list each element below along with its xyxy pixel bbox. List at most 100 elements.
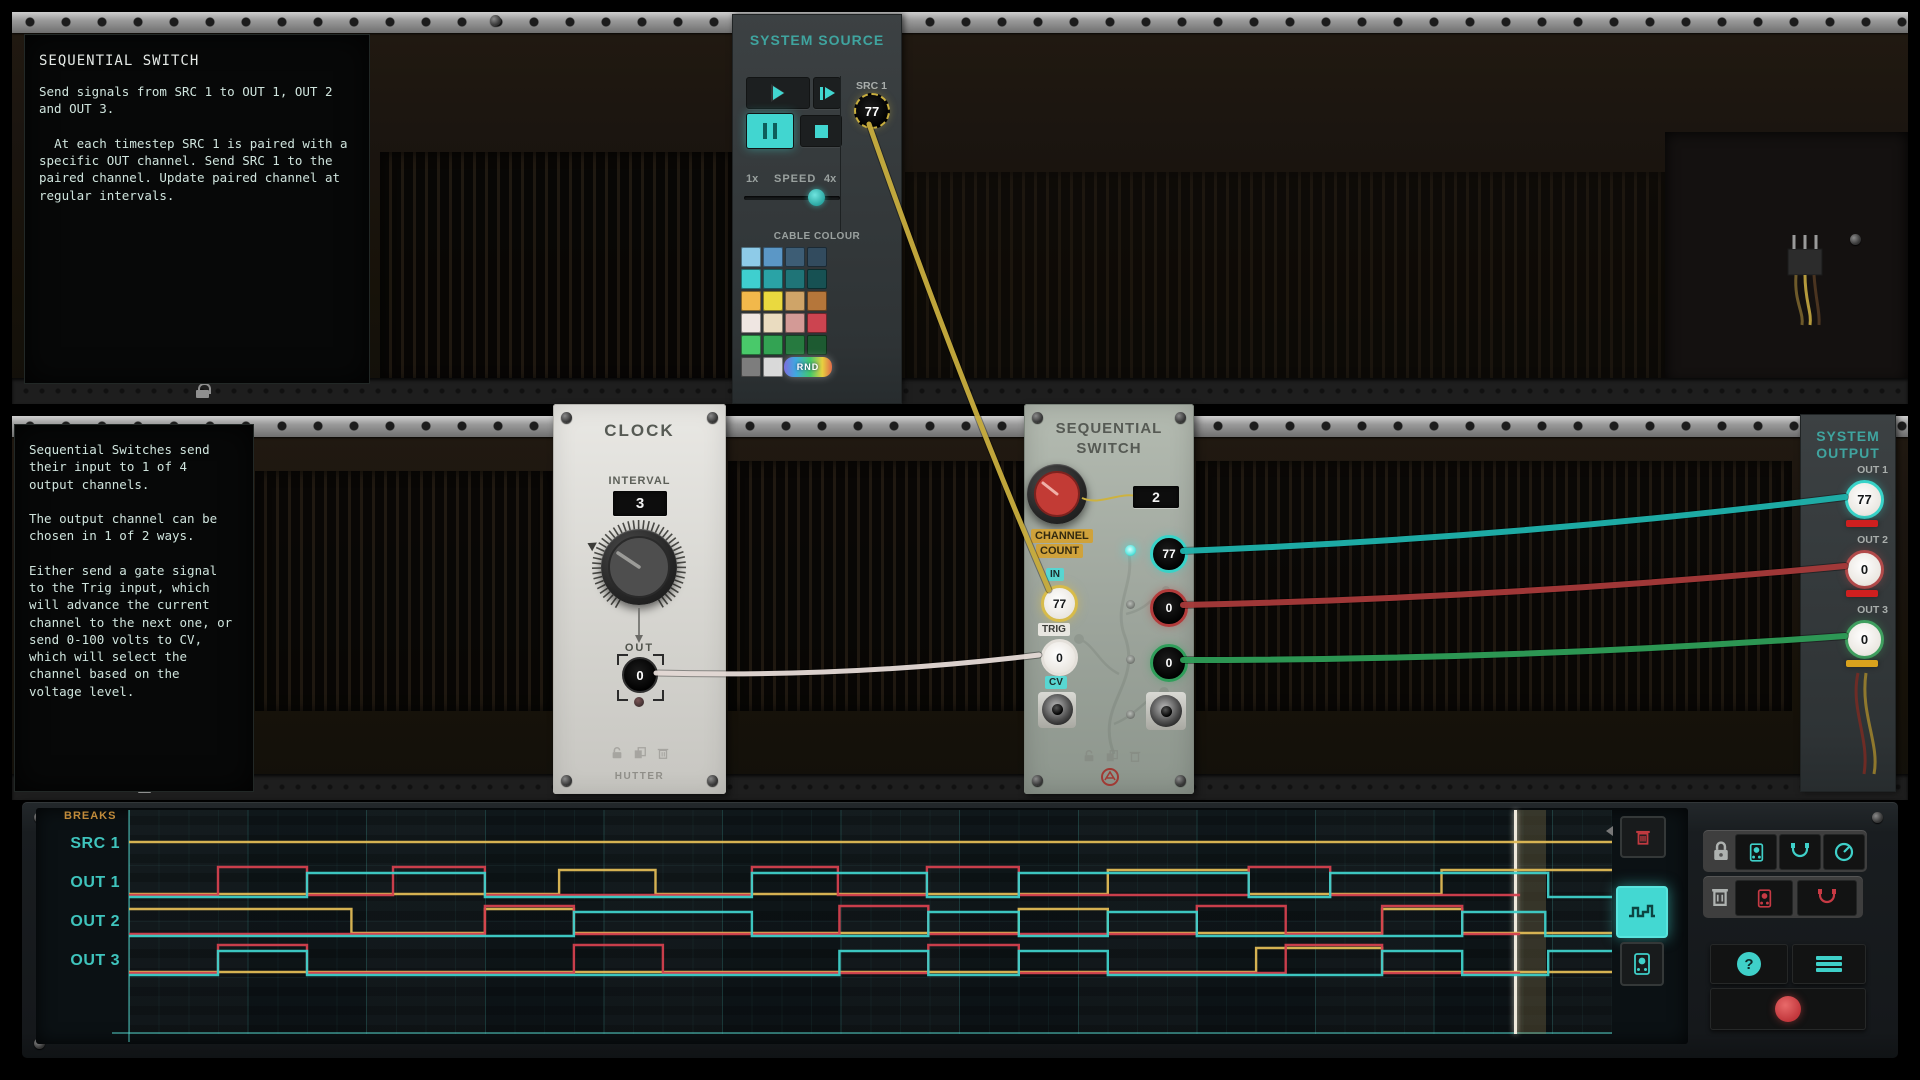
- trig-jack[interactable]: 0: [1041, 639, 1078, 676]
- cable-colour-swatch[interactable]: [763, 335, 783, 355]
- cable-colour-swatch[interactable]: [785, 335, 805, 355]
- duplicate-icon[interactable]: [633, 746, 647, 760]
- cable-colour-swatch[interactable]: [785, 269, 805, 289]
- switch-out-jack-1[interactable]: 77: [1150, 535, 1188, 573]
- switch-out-jack-4[interactable]: [1150, 695, 1182, 727]
- channel-led-1: [1125, 545, 1136, 556]
- record-button[interactable]: [1710, 988, 1866, 1030]
- help-button[interactable]: ?: [1710, 944, 1788, 984]
- cable-colour-swatch[interactable]: [741, 247, 761, 267]
- lock-icon[interactable]: [610, 746, 624, 760]
- out3-value: 0: [1860, 632, 1869, 647]
- out1-value: 77: [1857, 492, 1872, 507]
- tutorial-title: SEQUENTIAL SWITCH: [39, 53, 200, 69]
- screw: [1175, 775, 1186, 786]
- clock-out-value: 0: [636, 667, 644, 683]
- interval-knob[interactable]: [601, 529, 677, 605]
- trash-icon[interactable]: [1128, 749, 1142, 763]
- trash-icon: [1636, 830, 1650, 845]
- playhead[interactable]: [1514, 810, 1517, 1034]
- out2-indicator: [1846, 590, 1878, 597]
- brand-label: HUTTER: [614, 771, 665, 782]
- menu-button[interactable]: [1792, 944, 1866, 984]
- switch-out-jack-3[interactable]: 0: [1150, 644, 1188, 682]
- out1-input-jack[interactable]: 77: [1845, 480, 1884, 519]
- cable-colour-swatch[interactable]: [807, 313, 827, 333]
- in-label: IN: [1046, 568, 1064, 581]
- lock-icon[interactable]: [196, 383, 211, 399]
- switch-out-value-3: 0: [1165, 656, 1173, 670]
- module-view-button[interactable]: [1620, 942, 1664, 986]
- scope-row-label-out2: OUT 2: [70, 913, 120, 930]
- cable-colour-swatch[interactable]: [807, 247, 827, 267]
- out3-input-jack[interactable]: 0: [1845, 620, 1884, 659]
- cable-colour-swatch[interactable]: [807, 269, 827, 289]
- lock-icon[interactable]: [1082, 749, 1096, 763]
- pause-icon: [763, 123, 767, 139]
- cable-colour-swatch[interactable]: [763, 269, 783, 289]
- screw: [490, 15, 501, 26]
- cable-colour-swatch[interactable]: [741, 357, 761, 377]
- delete-cable-button[interactable]: [1797, 880, 1857, 916]
- system-output-panel: SYSTEM OUTPUT OUT 1 77 OUT 2 0 OUT 3 0: [1800, 414, 1896, 792]
- selection-corner: [653, 690, 664, 701]
- cable-colour-swatch[interactable]: [763, 313, 783, 333]
- clock-out-jack[interactable]: 0: [622, 657, 658, 693]
- scope-row-label-out3: OUT 3: [70, 952, 120, 969]
- delete-module-button[interactable]: [1735, 880, 1793, 916]
- cable-colour-swatch[interactable]: [741, 335, 761, 355]
- clear-recording-button[interactable]: [1620, 816, 1666, 858]
- cable-colour-swatch[interactable]: [763, 247, 783, 267]
- lock-module-button[interactable]: [1735, 834, 1777, 870]
- cable-icon: [1791, 843, 1809, 858]
- collapse-arrow-icon[interactable]: [1606, 826, 1613, 836]
- interval-display: 3: [613, 491, 667, 516]
- stop-button[interactable]: [800, 115, 842, 147]
- cable-colour-swatch[interactable]: [763, 357, 783, 377]
- channel-count-knob[interactable]: [1027, 464, 1087, 524]
- trig-value: 0: [1056, 650, 1063, 665]
- cable-colour-swatch[interactable]: [807, 291, 827, 311]
- cv-label: CV: [1045, 676, 1067, 689]
- selection-corner: [653, 654, 664, 665]
- waveform-view-button[interactable]: [1616, 886, 1668, 938]
- blank-faceplate: [1196, 461, 1792, 711]
- step-button[interactable]: [813, 77, 841, 109]
- out1-indicator: [1846, 520, 1878, 527]
- lock-knob-button[interactable]: [1823, 834, 1865, 870]
- lock-cable-button[interactable]: [1779, 834, 1821, 870]
- speed-slider-knob[interactable]: [808, 189, 825, 206]
- switch-title-line1: SEQUENTIAL: [1055, 420, 1163, 437]
- duplicate-icon[interactable]: [1105, 749, 1119, 763]
- dial-icon: [1834, 842, 1854, 862]
- out3-label: OUT 3: [1857, 604, 1888, 616]
- switch-out-jack-2[interactable]: 0: [1150, 589, 1188, 627]
- timeline-grid[interactable]: [129, 810, 1612, 1034]
- cable-colour-swatch[interactable]: [785, 313, 805, 333]
- system-source-panel: SYSTEM SOURCE 1x SPEED 4x SRC 1 77 CABLE…: [732, 14, 902, 404]
- speed-slider-track[interactable]: [744, 196, 840, 200]
- flow-arrow-icon: [635, 608, 643, 643]
- cable-colour-swatch[interactable]: [741, 291, 761, 311]
- random-colour-button[interactable]: RND: [784, 357, 832, 377]
- cable-colour-swatch[interactable]: [763, 291, 783, 311]
- cable-colour-swatch[interactable]: [741, 313, 761, 333]
- cable-colour-label: CABLE COLOUR: [773, 231, 861, 242]
- out2-input-jack[interactable]: 0: [1845, 550, 1884, 589]
- play-button[interactable]: [746, 77, 810, 109]
- record-icon: [1775, 996, 1801, 1022]
- cable-colour-swatch[interactable]: [807, 335, 827, 355]
- pause-button[interactable]: [746, 113, 794, 149]
- cable-colour-swatch[interactable]: [785, 247, 805, 267]
- cv-jack[interactable]: [1042, 694, 1073, 725]
- channel-count-display: 2: [1133, 486, 1179, 508]
- cable-colour-swatch[interactable]: [785, 291, 805, 311]
- trash-icon[interactable]: [656, 746, 670, 760]
- square-wave-icon: [1629, 904, 1655, 918]
- step-icon: [819, 86, 823, 100]
- sequential-switch-module: SEQUENTIAL SWITCH 2 CHANNEL COUNT IN 77 …: [1024, 404, 1194, 794]
- speed-max-label: 4x: [824, 173, 837, 185]
- src1-output-jack[interactable]: 77: [854, 93, 890, 129]
- cable-colour-swatch[interactable]: [741, 269, 761, 289]
- switch-title-line2: SWITCH: [1076, 440, 1142, 457]
